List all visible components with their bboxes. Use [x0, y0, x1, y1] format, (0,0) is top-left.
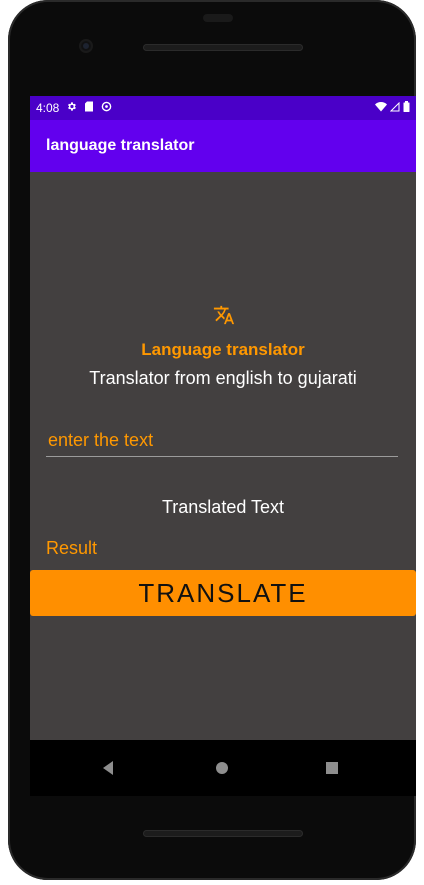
back-icon[interactable] — [103, 761, 113, 775]
home-icon[interactable] — [216, 762, 228, 774]
bottom-speaker — [143, 830, 303, 837]
battery-icon — [403, 101, 410, 115]
wifi-icon — [375, 101, 387, 115]
gear-icon — [66, 101, 77, 115]
device-screen: 4:08 language translator Language transl… — [30, 96, 416, 796]
signal-icon — [389, 101, 400, 115]
main-content: Language translator Translator from engl… — [30, 172, 416, 740]
result-output: Result — [46, 538, 98, 558]
data-saver-icon — [101, 101, 112, 115]
app-bar: language translator — [30, 120, 416, 172]
translate-icon — [213, 304, 235, 326]
page-heading: Language translator — [141, 340, 305, 359]
status-left: 4:08 — [36, 101, 112, 115]
phone-frame: 4:08 language translator Language transl… — [8, 0, 416, 880]
status-right — [375, 101, 410, 115]
status-bar: 4:08 — [30, 96, 416, 120]
top-notch — [203, 14, 233, 22]
recents-icon[interactable] — [326, 762, 338, 774]
sd-card-icon — [84, 101, 94, 115]
earpiece-speaker — [143, 44, 303, 51]
translate-button[interactable]: TRANSLATE — [30, 570, 416, 616]
text-input[interactable] — [46, 424, 398, 457]
app-title: language translator — [46, 137, 195, 154]
page-subheading: Translator from english to gujarati — [89, 368, 357, 388]
translated-text-label: Translated Text — [161, 497, 285, 517]
front-camera — [81, 41, 91, 51]
navigation-bar — [30, 740, 416, 796]
status-time: 4:08 — [36, 101, 60, 115]
